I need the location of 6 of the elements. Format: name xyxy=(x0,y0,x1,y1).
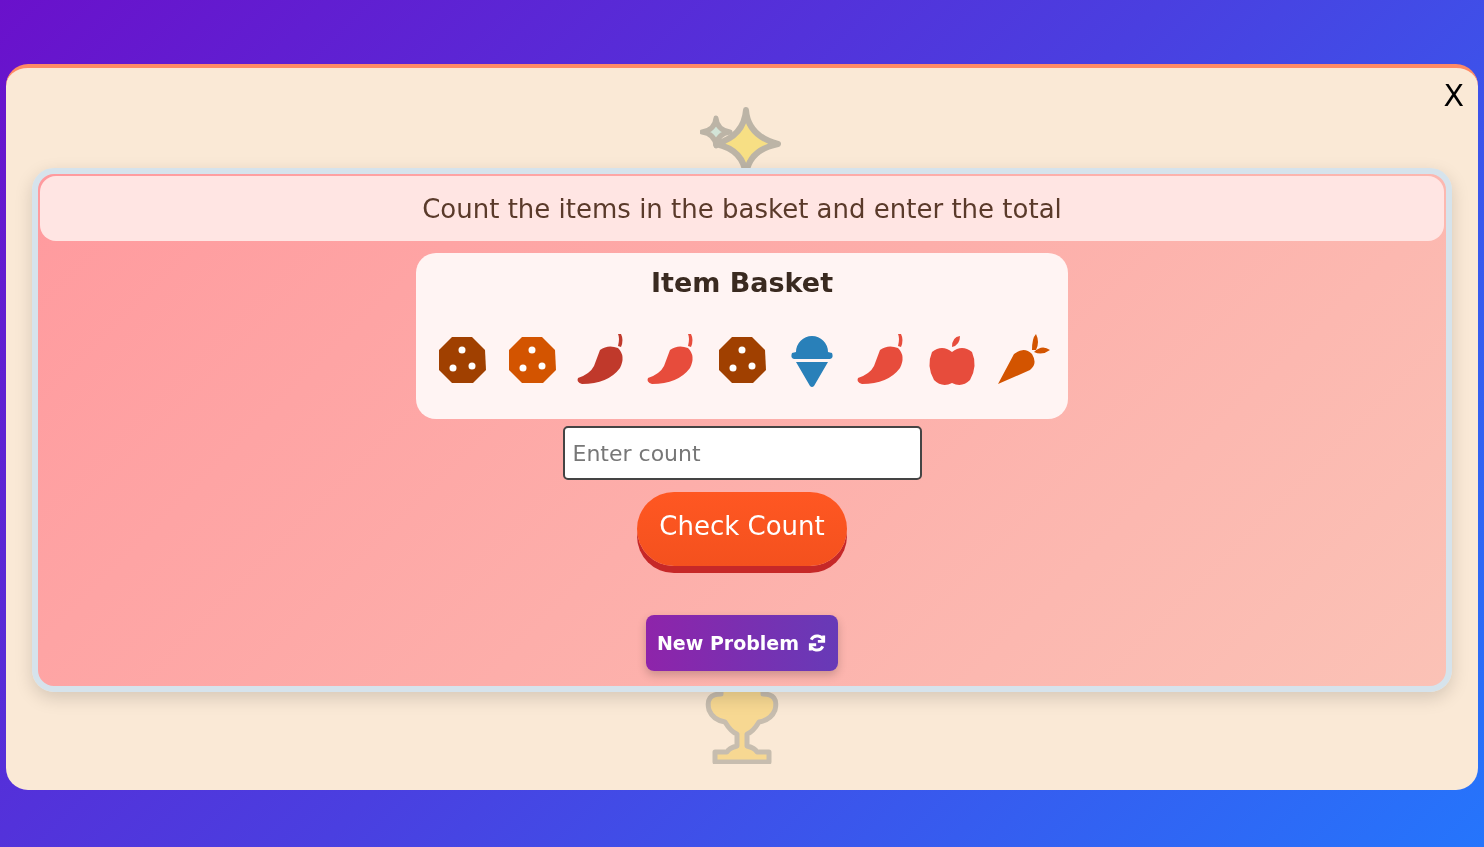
refresh-icon xyxy=(807,633,828,653)
close-button[interactable]: X xyxy=(1439,78,1468,113)
instruction-text: Count the items in the basket and enter the total xyxy=(40,176,1444,241)
basket-title: Item Basket xyxy=(650,267,834,298)
count-field[interactable]: Enter count xyxy=(562,426,922,480)
new-problem-button[interactable]: New Problem xyxy=(646,615,838,671)
